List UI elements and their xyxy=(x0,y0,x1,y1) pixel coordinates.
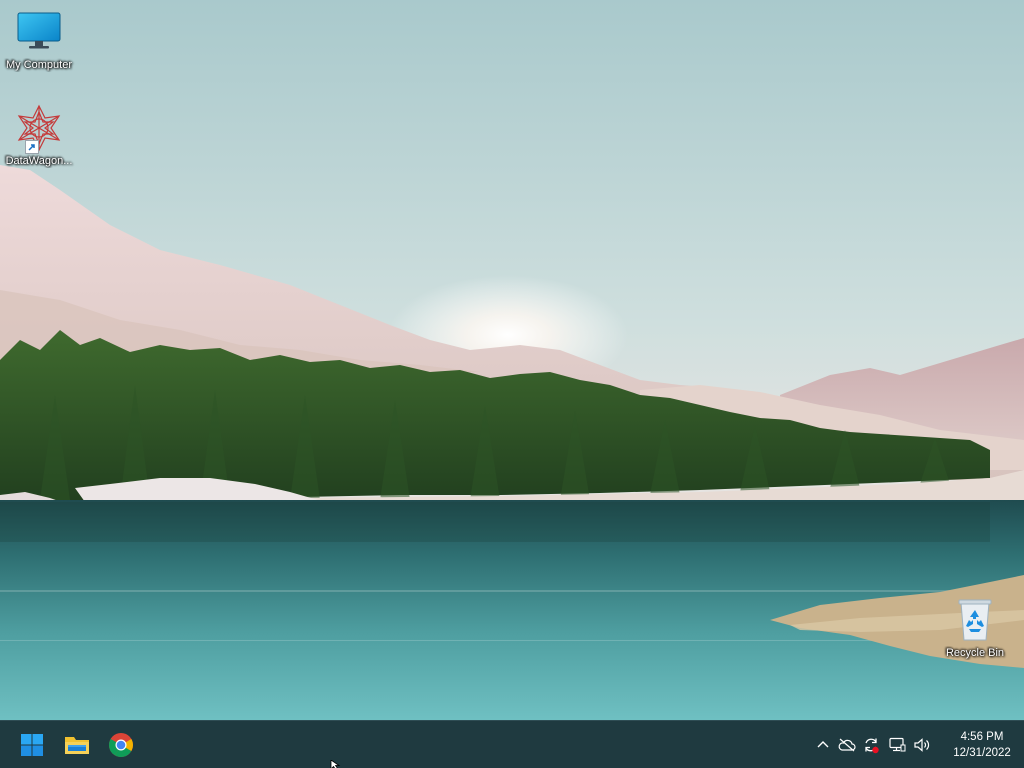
update-tray-icon[interactable] xyxy=(860,721,882,768)
shortcut-arrow-icon xyxy=(25,140,39,154)
desktop[interactable]: My Computer DataWagon... Recycle Bin 4:5… xyxy=(0,0,1024,768)
folder-icon xyxy=(65,737,89,754)
volume-tray-icon[interactable] xyxy=(911,721,933,768)
clock-date: 12/31/2022 xyxy=(953,747,1011,759)
desktop-icon-label: My Computer xyxy=(5,59,73,71)
onedrive-tray-icon[interactable] xyxy=(836,721,858,768)
desktop-icon-label: Recycle Bin xyxy=(945,647,1005,659)
network-icon xyxy=(889,737,906,752)
start-button[interactable] xyxy=(14,727,50,763)
sync-icon xyxy=(865,738,879,754)
network-tray-icon[interactable] xyxy=(886,721,908,768)
taskbar-chrome[interactable] xyxy=(103,727,139,763)
clock-time: 4:56 PM xyxy=(960,731,1004,743)
chrome-icon xyxy=(108,733,133,758)
taskbar-file-explorer[interactable] xyxy=(59,727,95,763)
speaker-icon xyxy=(914,738,930,752)
desktop-wallpaper xyxy=(0,0,1024,720)
chevron-up-icon xyxy=(817,741,829,748)
taskbar-clock[interactable]: 4:56 PM 12/31/2022 xyxy=(940,729,1024,761)
mouse-cursor-icon xyxy=(330,760,341,768)
desktop-icon-datawagon[interactable]: DataWagon... xyxy=(0,104,79,168)
desktop-icon-label: DataWagon... xyxy=(5,155,73,167)
datawagon-icon xyxy=(15,104,63,154)
windows-start-icon xyxy=(21,734,43,756)
desktop-icon-my-computer[interactable]: My Computer xyxy=(0,8,79,72)
cloud-off-icon xyxy=(838,738,856,752)
recycle-bin-icon xyxy=(951,596,999,644)
desktop-icon-recycle-bin[interactable]: Recycle Bin xyxy=(935,596,1015,660)
taskbar: 4:56 PM 12/31/2022 xyxy=(0,720,1024,768)
monitor-icon xyxy=(15,8,63,56)
show-hidden-icons-button[interactable] xyxy=(812,721,834,768)
